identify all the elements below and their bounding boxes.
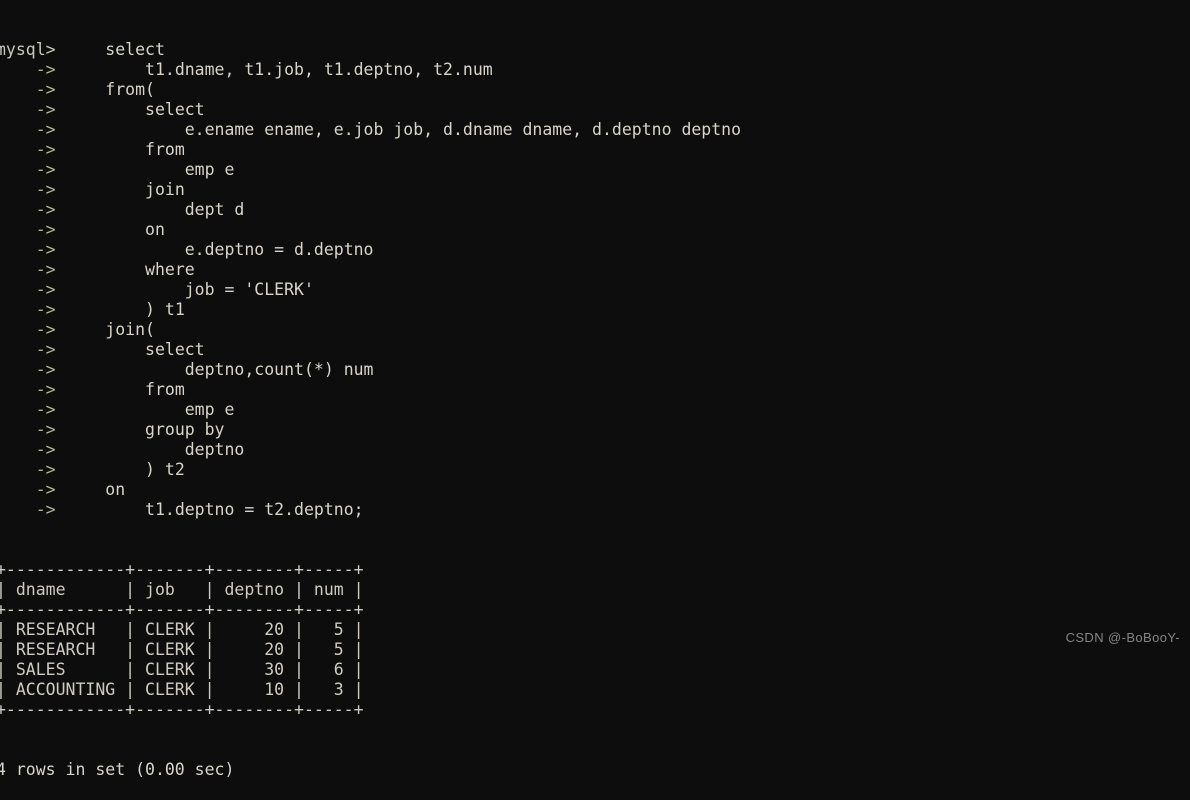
table-border-mid: +------------+-------+--------+-----+ — [0, 600, 364, 619]
continuation-prompt: -> — [0, 280, 56, 299]
sql-line: -> t1.deptno = t2.deptno; — [0, 500, 1190, 520]
continuation-prompt: -> — [0, 480, 56, 499]
continuation-prompt: -> — [0, 180, 56, 199]
sql-line: -> group by — [0, 420, 1190, 440]
continuation-prompt: -> — [0, 400, 56, 419]
table-row: | RESEARCH | CLERK | 20 | 5 | — [0, 620, 364, 639]
sql-line-text: select — [55, 40, 165, 59]
continuation-prompt: -> — [0, 260, 56, 279]
sql-line-text: from( — [55, 80, 155, 99]
csdn-watermark: CSDN @-BoBooY- — [1065, 630, 1180, 645]
sql-line-text: ) t2 — [55, 460, 185, 479]
sql-line-text: emp e — [55, 400, 235, 419]
sql-line-text: join — [55, 180, 185, 199]
sql-line-text: t1.deptno = t2.deptno; — [55, 500, 364, 519]
sql-line-text: join( — [55, 320, 155, 339]
sql-line-text: group by — [55, 420, 225, 439]
continuation-prompt: -> — [0, 160, 56, 179]
sql-line-text: where — [55, 260, 195, 279]
sql-line: -> from — [0, 140, 1190, 160]
sql-line-text: on — [55, 480, 126, 499]
continuation-prompt: -> — [0, 300, 56, 319]
sql-line-text: select — [55, 100, 205, 119]
sql-line: -> on — [0, 480, 1190, 500]
sql-line: -> ) t2 — [0, 460, 1190, 480]
sql-line: -> e.deptno = d.deptno — [0, 240, 1190, 260]
status-line: 4 rows in set (0.00 sec) — [0, 760, 235, 779]
sql-line: -> e.ename ename, e.job job, d.dname dna… — [0, 120, 1190, 140]
table-header-row: | dname | job | deptno | num | — [0, 580, 364, 599]
sql-line: -> ) t1 — [0, 300, 1190, 320]
table-row: | SALES | CLERK | 30 | 6 | — [0, 660, 364, 679]
continuation-prompt: -> — [0, 380, 56, 399]
sql-line: -> select — [0, 100, 1190, 120]
sql-line: -> select — [0, 340, 1190, 360]
continuation-prompt: -> — [0, 440, 56, 459]
sql-line: -> job = 'CLERK' — [0, 280, 1190, 300]
sql-line: -> from — [0, 380, 1190, 400]
sql-line: -> dept d — [0, 200, 1190, 220]
sql-line: -> join — [0, 180, 1190, 200]
mysql-terminal[interactable]: mysql> select -> t1.dname, t1.job, t1.de… — [0, 0, 1190, 779]
sql-line-text: from — [55, 380, 185, 399]
sql-line: -> join( — [0, 320, 1190, 340]
sql-line: -> where — [0, 260, 1190, 280]
table-row: | ACCOUNTING | CLERK | 10 | 3 | — [0, 680, 364, 699]
continuation-prompt: -> — [0, 60, 56, 79]
sql-line: -> emp e — [0, 400, 1190, 420]
continuation-prompt: -> — [0, 140, 56, 159]
table-border-top: +------------+-------+--------+-----+ — [0, 560, 364, 579]
continuation-prompt: -> — [0, 80, 56, 99]
sql-line: -> emp e — [0, 160, 1190, 180]
continuation-prompt: -> — [0, 120, 56, 139]
sql-line: -> t1.dname, t1.job, t1.deptno, t2.num — [0, 60, 1190, 80]
sql-line-text: select — [55, 340, 205, 359]
continuation-prompt: -> — [0, 340, 56, 359]
continuation-prompt: -> — [0, 500, 56, 519]
sql-line-text: dept d — [55, 200, 245, 219]
continuation-prompt: -> — [0, 460, 56, 479]
table-border-bottom: +------------+-------+--------+-----+ — [0, 700, 364, 719]
sql-query-block: mysql> select -> t1.dname, t1.job, t1.de… — [0, 40, 1190, 520]
continuation-prompt: -> — [0, 320, 56, 339]
sql-line-text: emp e — [55, 160, 235, 179]
continuation-prompt: -> — [0, 200, 56, 219]
sql-line-text: on — [55, 220, 165, 239]
sql-line: -> deptno — [0, 440, 1190, 460]
continuation-prompt: -> — [0, 420, 56, 439]
continuation-prompt: -> — [0, 360, 56, 379]
continuation-prompt: -> — [0, 220, 56, 239]
sql-line: -> deptno,count(*) num — [0, 360, 1190, 380]
sql-line-text: deptno,count(*) num — [55, 360, 374, 379]
mysql-prompt: mysql> — [0, 40, 56, 59]
table-row: | RESEARCH | CLERK | 20 | 5 | — [0, 640, 364, 659]
sql-line-text: ) t1 — [55, 300, 185, 319]
sql-line-text: from — [55, 140, 185, 159]
sql-line: mysql> select — [0, 40, 1190, 60]
continuation-prompt: -> — [0, 100, 56, 119]
sql-line-text: t1.dname, t1.job, t1.deptno, t2.num — [55, 60, 493, 79]
query-result-table: +------------+-------+--------+-----+ | d… — [0, 560, 1190, 720]
sql-line-text: job = 'CLERK' — [55, 280, 314, 299]
continuation-prompt: -> — [0, 240, 56, 259]
sql-line-text: e.deptno = d.deptno — [55, 240, 374, 259]
sql-line-text: e.ename ename, e.job job, d.dname dname,… — [55, 120, 742, 139]
sql-line-text: deptno — [55, 440, 245, 459]
sql-line: -> from( — [0, 80, 1190, 100]
sql-line: -> on — [0, 220, 1190, 240]
